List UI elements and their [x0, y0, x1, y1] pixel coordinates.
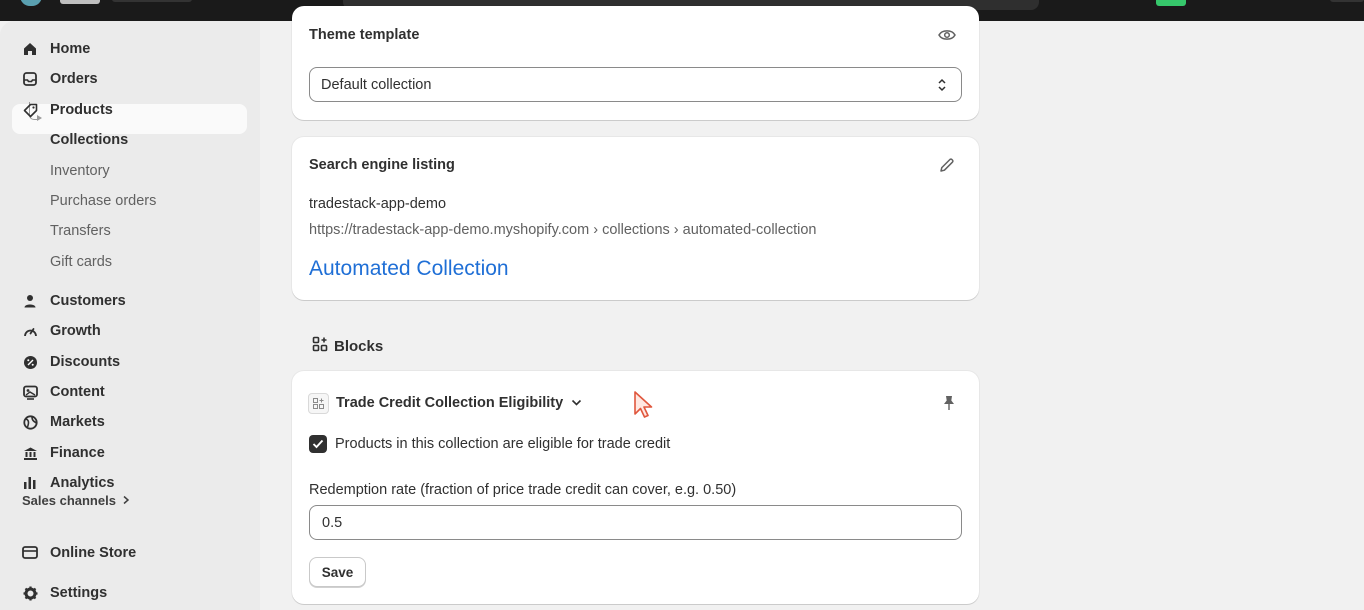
eye-icon[interactable]	[938, 28, 956, 47]
sidebar-item-growth[interactable]: Growth	[0, 317, 260, 345]
sidebar-item-gift-cards[interactable]: Gift cards	[0, 248, 260, 276]
sidebar-item-label: Transfers	[50, 223, 111, 239]
content-icon	[22, 384, 38, 400]
redemption-rate-label: Redemption rate (fraction of price trade…	[309, 482, 737, 498]
sidebar-item-label: Purchase orders	[50, 193, 157, 209]
person-icon	[22, 293, 38, 309]
save-button[interactable]: Save	[309, 557, 366, 587]
trade-credit-eligible-label: Products in this collection are eligible…	[335, 436, 671, 452]
sidebar-item-label: Gift cards	[50, 254, 113, 270]
pin-icon[interactable]	[943, 395, 955, 416]
sidebar-item-label: Settings	[50, 585, 108, 601]
home-icon	[22, 41, 38, 57]
sidebar-item-label: Home	[50, 41, 91, 57]
sidebar-item-transfers[interactable]: Transfers	[0, 217, 260, 245]
sidebar-item-content[interactable]: Content	[0, 378, 260, 406]
pencil-icon[interactable]	[939, 157, 955, 178]
theme-template-select-value: Default collection	[321, 76, 432, 93]
store-avatar[interactable]	[1156, 0, 1186, 6]
redemption-rate-value: 0.5	[322, 514, 343, 531]
seo-site-name: tradestack-app-demo	[309, 196, 447, 212]
sidebar-item-label: Markets	[50, 414, 105, 430]
sidebar-item-label: Growth	[50, 323, 101, 339]
sales-channels-link[interactable]: Sales channels	[22, 493, 130, 508]
gear-icon	[22, 585, 38, 601]
sidebar-item-purchase-orders[interactable]: Purchase orders	[0, 187, 260, 215]
globe-icon	[22, 414, 38, 430]
sidebar-item-customers[interactable]: Customers	[0, 287, 260, 315]
sidebar-item-orders[interactable]: Orders	[0, 65, 260, 93]
block-title-toggle[interactable]: Trade Credit Collection Eligibility	[336, 395, 582, 411]
sidebar-item-label: Orders	[50, 71, 98, 87]
sidebar-item-label: Products	[50, 102, 113, 118]
sidebar-item-label: Online Store	[50, 545, 137, 559]
blocks-icon	[312, 336, 328, 356]
sidebar-item-label: Collections	[50, 132, 129, 148]
sidebar-item-settings[interactable]: Settings	[0, 579, 260, 607]
sidebar-item-label: Content	[50, 384, 105, 400]
mouse-cursor-icon	[632, 390, 656, 427]
sidebar-item-label: Inventory	[50, 163, 110, 179]
store-icon	[22, 546, 38, 559]
sidebar-item-label: Discounts	[50, 354, 121, 370]
redemption-rate-input[interactable]: 0.5	[309, 505, 962, 540]
blocks-heading: Blocks	[312, 336, 383, 356]
inbox-icon	[22, 71, 38, 87]
logo-wordmark	[60, 0, 100, 4]
sidebar-item-collections[interactable]: Collections	[0, 126, 260, 154]
theme-template-select[interactable]: Default collection	[309, 67, 962, 102]
sidebar-item-finance[interactable]: Finance	[0, 439, 260, 467]
bank-icon	[22, 445, 38, 461]
sidebar-item-home[interactable]: Home	[0, 35, 260, 63]
search-engine-listing-card: Search engine listing tradestack-app-dem…	[292, 137, 979, 300]
seo-url: https://tradestack-app-demo.myshopify.co…	[309, 222, 817, 238]
store-badge	[112, 0, 192, 2]
discount-icon	[22, 354, 38, 370]
sidebar-item-inventory[interactable]: Inventory	[0, 157, 260, 185]
seo-page-title: Automated Collection	[309, 257, 509, 280]
select-chevron-icon	[937, 77, 947, 97]
trade-credit-eligible-checkbox[interactable]	[309, 435, 327, 453]
sidebar-item-label: Analytics	[50, 475, 115, 491]
sidebar-item-online-store[interactable]: Online Store	[0, 540, 260, 559]
app-block-icon	[308, 393, 329, 414]
topbar-right-controls[interactable]	[1330, 0, 1364, 2]
theme-template-card: Theme template Default collection	[292, 6, 979, 120]
shopify-logo-icon[interactable]	[20, 0, 42, 6]
search-engine-listing-title: Search engine listing	[309, 157, 455, 173]
theme-template-title: Theme template	[309, 27, 420, 43]
sidebar-item-markets[interactable]: Markets	[0, 408, 260, 436]
gauge-icon	[22, 323, 38, 339]
chevron-right-icon	[122, 493, 130, 508]
sidebar-item-label: Customers	[50, 293, 126, 309]
sales-channels-label: Sales channels	[22, 493, 116, 508]
chevron-down-icon	[571, 395, 582, 411]
sidebar-item-label: Finance	[50, 445, 105, 461]
sidebar-item-products[interactable]: Products	[0, 96, 260, 124]
tag-icon	[22, 102, 38, 118]
sidebar-item-discounts[interactable]: Discounts	[0, 348, 260, 376]
blocks-heading-label: Blocks	[334, 337, 384, 355]
bar-chart-icon	[22, 475, 38, 491]
block-title: Trade Credit Collection Eligibility	[336, 395, 564, 411]
